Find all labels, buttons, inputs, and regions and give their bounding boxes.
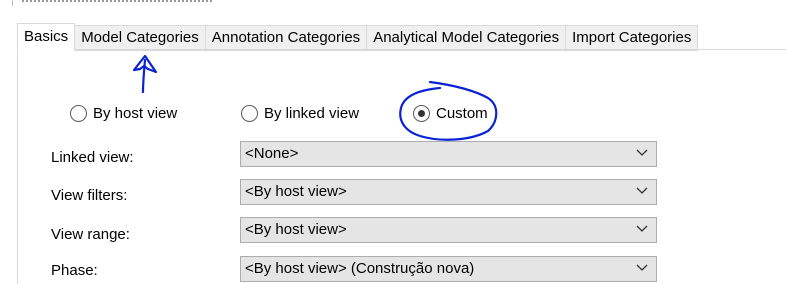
tab-import-categories[interactable]: Import Categories: [566, 25, 699, 51]
chevron-down-icon: [636, 264, 648, 271]
view-filters-value: <By host view>: [245, 183, 347, 200]
view-range-value: <By host view>: [245, 221, 347, 238]
window-edge-line: [12, 0, 13, 6]
radio-circle-by-host-view[interactable]: [70, 105, 87, 122]
chevron-down-icon: [636, 225, 648, 232]
chevron-down-icon: [636, 187, 648, 194]
tab-annotation-categories[interactable]: Annotation Categories: [205, 25, 368, 51]
tab-analytical-model-categories[interactable]: Analytical Model Categories: [367, 25, 567, 51]
view-properties-dialog: Basics Model Categories Annotation Categ…: [0, 0, 786, 284]
linked-view-value: <None>: [245, 145, 299, 162]
annotation-arrow-icon: [132, 54, 158, 94]
tab-divider: [17, 49, 786, 50]
view-filters-dropdown[interactable]: <By host view>: [240, 179, 657, 205]
tab-basics[interactable]: Basics: [17, 23, 76, 51]
view-range-dropdown[interactable]: <By host view>: [240, 217, 657, 243]
linked-view-dropdown[interactable]: <None>: [240, 141, 657, 167]
panel-left-border: [17, 49, 18, 284]
radio-label-by-linked-view: By linked view: [264, 105, 360, 122]
view-range-label: View range:: [51, 226, 130, 243]
phase-dropdown[interactable]: <By host view> (Construção nova): [240, 256, 657, 282]
view-filters-label: View filters:: [51, 187, 128, 204]
linked-view-label: Linked view:: [51, 149, 134, 166]
radio-circle-custom[interactable]: [413, 105, 430, 122]
phase-label: Phase:: [51, 262, 98, 279]
window-top-edge: [0, 0, 786, 6]
tab-model-categories[interactable]: Model Categories: [75, 25, 206, 51]
radio-by-host-view[interactable]: By host view: [70, 105, 177, 122]
radio-label-by-host-view: By host view: [93, 105, 178, 122]
phase-value: <By host view> (Construção nova): [245, 260, 475, 277]
cut-off-title-fragment: [22, 0, 212, 2]
chevron-down-icon: [636, 149, 648, 156]
radio-label-custom: Custom: [436, 105, 488, 122]
radio-circle-by-linked-view[interactable]: [241, 105, 258, 122]
radio-custom[interactable]: Custom: [413, 105, 488, 122]
tab-strip: Basics Model Categories Annotation Categ…: [17, 23, 699, 51]
radio-by-linked-view[interactable]: By linked view: [241, 105, 359, 122]
